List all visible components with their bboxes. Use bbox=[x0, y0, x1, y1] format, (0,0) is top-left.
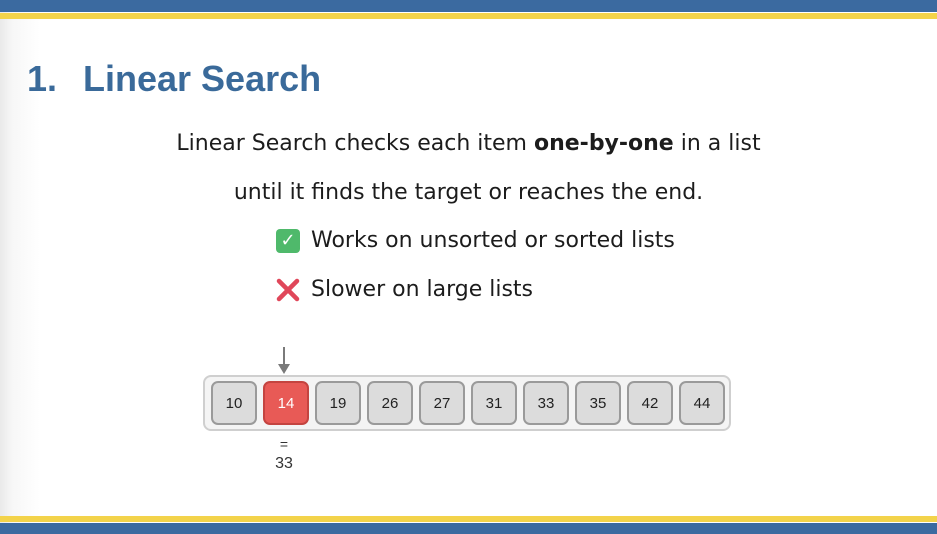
array-cell: 27 bbox=[419, 381, 465, 425]
array-diagram: 10 14 19 26 27 31 33 35 42 44 bbox=[203, 375, 731, 431]
description-emphasis: one-by-one bbox=[533, 131, 674, 156]
cross-mark-icon bbox=[276, 278, 300, 302]
bullet-advantage-text: Works on unsorted or sorted lists bbox=[311, 228, 675, 253]
array-cell: 19 bbox=[315, 381, 361, 425]
array-cell-current: 14 bbox=[263, 381, 309, 425]
array-cell: 35 bbox=[575, 381, 621, 425]
description-line-1: Linear Search checks each item one-by-on… bbox=[0, 131, 937, 156]
array-cell: 44 bbox=[679, 381, 725, 425]
slide-title-text: Linear Search bbox=[83, 58, 322, 99]
slide: 1. Linear Search Linear Search checks eac… bbox=[0, 0, 937, 534]
array-cells: 10 14 19 26 27 31 33 35 42 44 bbox=[211, 381, 731, 425]
array-cell: 10 bbox=[211, 381, 257, 425]
bullet-disadvantage: Slower on large lists bbox=[276, 277, 533, 302]
bottom-blue-bar bbox=[0, 523, 937, 534]
compare-symbol: = bbox=[279, 436, 289, 452]
check-mark-icon: ✓ bbox=[276, 228, 300, 253]
slide-title: 1. Linear Search bbox=[27, 58, 321, 100]
array-cell: 42 bbox=[627, 381, 673, 425]
array-cell: 26 bbox=[367, 381, 413, 425]
top-yellow-bar bbox=[0, 13, 937, 19]
bottom-yellow-bar bbox=[0, 516, 937, 522]
description-line-2: until it finds the target or reaches the… bbox=[233, 180, 704, 205]
bullet-advantage: ✓ Works on unsorted or sorted lists bbox=[276, 228, 675, 253]
slide-title-number: 1. bbox=[27, 58, 58, 99]
bullet-disadvantage-text: Slower on large lists bbox=[311, 277, 534, 302]
description-line-1-start: Linear Search checks each item bbox=[176, 131, 534, 156]
description-line-1-end: in a list bbox=[673, 131, 761, 156]
array-cell: 31 bbox=[471, 381, 517, 425]
search-target-value: 33 bbox=[275, 455, 293, 472]
top-blue-bar bbox=[0, 0, 937, 12]
array-cell: 33 bbox=[523, 381, 569, 425]
